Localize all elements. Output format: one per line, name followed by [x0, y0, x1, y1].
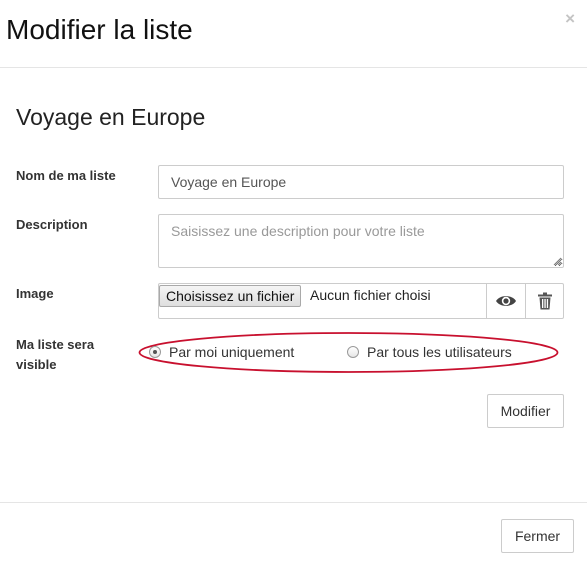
visibility-label: Ma liste sera visible	[16, 337, 95, 372]
file-status: Aucun fichier choisi	[310, 287, 431, 303]
name-input[interactable]	[158, 165, 564, 199]
eye-icon[interactable]	[495, 293, 517, 309]
radio-label: Par moi uniquement	[169, 344, 295, 360]
close-icon[interactable]: ×	[565, 10, 575, 27]
description-label: Description	[16, 217, 88, 232]
divider	[486, 284, 487, 318]
modal-header: Modifier la liste ×	[0, 0, 587, 68]
image-file-group: Choisissez un fichier Aucun fichier choi…	[158, 283, 564, 319]
modal-title: Modifier la liste	[6, 14, 193, 45]
image-label: Image	[16, 286, 54, 301]
radio-button[interactable]	[347, 346, 359, 358]
close-button[interactable]: Fermer	[501, 519, 574, 553]
trash-icon[interactable]	[538, 292, 552, 310]
list-heading: Voyage en Europe	[16, 104, 206, 130]
description-textarea[interactable]	[158, 214, 564, 268]
modify-button[interactable]: Modifier	[487, 394, 564, 428]
footer-divider	[0, 502, 587, 503]
radio-label: Par tous les utilisateurs	[367, 344, 512, 360]
name-label: Nom de ma liste	[16, 168, 116, 183]
radio-button-checked[interactable]	[149, 346, 161, 358]
edit-list-modal: Modifier la liste × Voyage en Europe Nom…	[0, 0, 587, 565]
choose-file-button[interactable]: Choisissez un fichier	[159, 285, 302, 307]
divider	[525, 284, 526, 318]
